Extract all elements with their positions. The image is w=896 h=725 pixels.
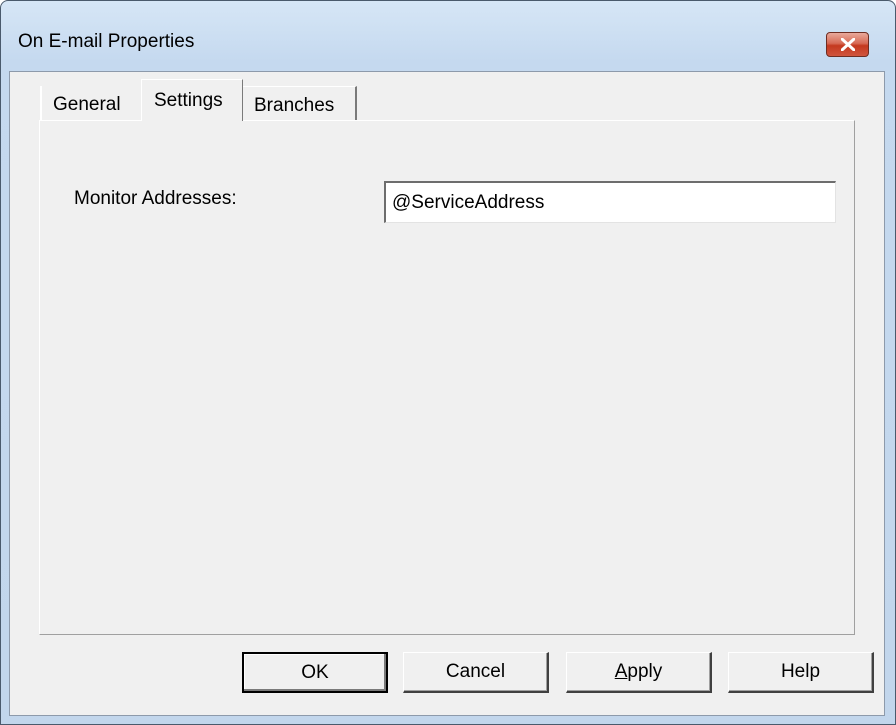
apply-mnemonic: A: [614, 661, 628, 682]
monitor-addresses-input[interactable]: [384, 181, 836, 223]
apply-button[interactable]: Apply: [566, 652, 712, 693]
close-button[interactable]: [826, 32, 869, 57]
help-button[interactable]: Help: [728, 652, 874, 693]
apply-label-rest: pply: [627, 661, 663, 682]
monitor-addresses-label: Monitor Addresses:: [74, 188, 237, 209]
dialog-window: On E-mail Properties General Settings Br…: [0, 0, 896, 725]
tab-branches[interactable]: Branches: [243, 86, 357, 121]
tab-general-label: General: [53, 94, 121, 115]
ok-button[interactable]: OK: [242, 652, 388, 693]
window-title: On E-mail Properties: [18, 31, 195, 52]
cancel-button[interactable]: Cancel: [403, 652, 549, 693]
tab-settings[interactable]: Settings: [141, 79, 243, 121]
close-icon: [841, 38, 855, 51]
tab-branches-label: Branches: [254, 95, 335, 116]
tab-settings-label: Settings: [154, 90, 223, 111]
tab-general[interactable]: General: [40, 86, 143, 121]
dialog-client-area: General Settings Branches Monitor Addres…: [9, 71, 885, 716]
